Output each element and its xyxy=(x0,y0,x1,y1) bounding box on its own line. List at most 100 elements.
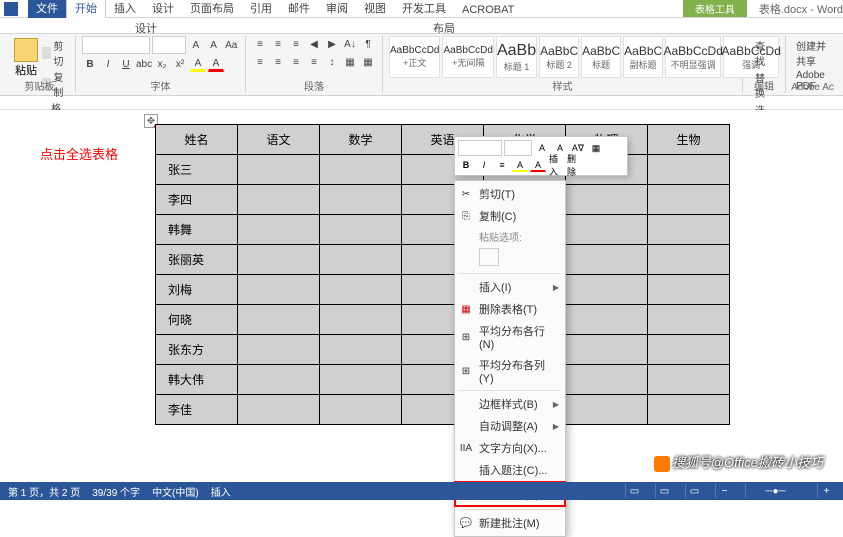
tab-developer[interactable]: 开发工具 xyxy=(394,0,454,18)
mini-font-color[interactable]: A xyxy=(530,158,546,172)
ctx-text-direction[interactable]: IIA文字方向(X)... xyxy=(455,437,565,459)
mini-insert[interactable]: 插入 xyxy=(548,158,564,172)
ctx-cut[interactable]: ✂剪切(T) xyxy=(455,183,565,205)
status-insert-mode[interactable]: 插入 xyxy=(211,484,231,499)
ctx-distribute-rows[interactable]: ⊞平均分布各行(N) xyxy=(455,320,565,354)
borders-button[interactable]: ▦ xyxy=(360,54,376,70)
table-row[interactable]: 李佳 xyxy=(156,395,730,425)
cut-button[interactable]: 剪切 xyxy=(42,38,69,68)
view-web-button[interactable]: ▭ xyxy=(685,484,703,498)
table-row[interactable]: 刘梅 xyxy=(156,275,730,305)
tab-acrobat[interactable]: ACROBAT xyxy=(454,2,522,18)
font-size-select[interactable] xyxy=(152,36,186,54)
bullets-button[interactable]: ≡ xyxy=(252,36,268,52)
table-cell[interactable] xyxy=(566,305,648,335)
mini-grow-font[interactable]: A xyxy=(534,141,550,155)
table-row[interactable]: 韩舞 xyxy=(156,215,730,245)
table-cell[interactable] xyxy=(648,215,730,245)
table-cell[interactable] xyxy=(648,155,730,185)
document-area[interactable]: ✥ 点击全选表格 姓名语文数学英语化学物理生物 张三李四韩舞张丽英刘梅何晓张东方… xyxy=(0,110,843,498)
table-cell[interactable] xyxy=(566,365,648,395)
align-left-button[interactable]: ≡ xyxy=(252,54,268,70)
font-family-select[interactable] xyxy=(82,36,150,54)
table-cell[interactable] xyxy=(566,335,648,365)
table-cell[interactable] xyxy=(320,335,402,365)
zoom-slider[interactable]: ─●─ xyxy=(745,484,805,498)
table-header[interactable]: 数学 xyxy=(320,125,402,155)
view-read-button[interactable]: ▭ xyxy=(625,484,643,498)
table-cell[interactable] xyxy=(320,275,402,305)
table-cell[interactable] xyxy=(238,155,320,185)
ctx-insert[interactable]: 插入(I)▶ xyxy=(455,276,565,298)
ctx-paste-option-keep[interactable] xyxy=(479,248,499,266)
status-word-count[interactable]: 39/39 个字 xyxy=(92,484,140,499)
mini-italic[interactable]: I xyxy=(476,158,492,172)
table-cell[interactable] xyxy=(648,335,730,365)
justify-button[interactable]: ≡ xyxy=(306,54,322,70)
table-cell[interactable] xyxy=(320,185,402,215)
table-cell[interactable] xyxy=(648,275,730,305)
table-cell[interactable] xyxy=(566,215,648,245)
table-cell[interactable] xyxy=(566,245,648,275)
tab-insert[interactable]: 插入 xyxy=(106,0,144,18)
italic-button[interactable]: I xyxy=(100,56,116,72)
style-0[interactable]: AaBbCcDd+正文 xyxy=(389,36,440,78)
ruler[interactable] xyxy=(0,96,843,110)
zoom-out-button[interactable]: − xyxy=(715,484,733,498)
table-row[interactable]: 张丽英 xyxy=(156,245,730,275)
mini-align[interactable]: ≡ xyxy=(494,158,510,172)
table-cell[interactable] xyxy=(238,335,320,365)
tab-mailings[interactable]: 邮件 xyxy=(280,0,318,18)
document-table[interactable]: 姓名语文数学英语化学物理生物 张三李四韩舞张丽英刘梅何晓张东方韩大伟李佳 xyxy=(155,124,730,425)
tab-view[interactable]: 视图 xyxy=(356,0,394,18)
bold-button[interactable]: B xyxy=(82,56,98,72)
ctx-copy[interactable]: ⎘复制(C) xyxy=(455,205,565,227)
table-cell[interactable] xyxy=(238,275,320,305)
table-cell[interactable] xyxy=(648,395,730,425)
style-2[interactable]: AaBb标题 1 xyxy=(496,36,537,78)
grow-font-button[interactable]: A xyxy=(188,37,204,53)
style-5[interactable]: AaBbC副标题 xyxy=(623,36,663,78)
underline-button[interactable]: U xyxy=(118,56,134,72)
table-cell[interactable] xyxy=(566,395,648,425)
change-case-button[interactable]: Aa xyxy=(223,37,239,53)
table-header[interactable]: 姓名 xyxy=(156,125,238,155)
styles-gallery[interactable]: AaBbCcDd+正文AaBbCcDd+无间隔AaBb标题 1AaBbC标题 2… xyxy=(383,36,743,93)
style-1[interactable]: AaBbCcDd+无间隔 xyxy=(442,36,493,78)
table-row[interactable]: 韩大伟 xyxy=(156,365,730,395)
shading-button[interactable]: ▦ xyxy=(342,54,358,70)
style-3[interactable]: AaBbC标题 2 xyxy=(539,36,579,78)
tab-page-layout[interactable]: 页面布局 xyxy=(182,0,242,18)
table-row[interactable]: 李四 xyxy=(156,185,730,215)
align-center-button[interactable]: ≡ xyxy=(270,54,286,70)
table-row[interactable]: 张三 xyxy=(156,155,730,185)
table-cell[interactable] xyxy=(238,215,320,245)
table-row[interactable]: 何晓 xyxy=(156,305,730,335)
view-print-button[interactable]: ▭ xyxy=(655,484,673,498)
table-cell[interactable] xyxy=(320,155,402,185)
font-color-button[interactable]: A xyxy=(208,56,224,72)
line-spacing-button[interactable]: ↕ xyxy=(324,54,340,70)
status-page[interactable]: 第 1 页，共 2 页 xyxy=(8,484,80,499)
table-cell[interactable] xyxy=(648,185,730,215)
table-cell[interactable] xyxy=(238,245,320,275)
style-4[interactable]: AaBbC标题 xyxy=(581,36,621,78)
mini-bold[interactable]: B xyxy=(458,158,474,172)
ctx-insert-caption[interactable]: 插入题注(C)... xyxy=(455,459,565,481)
table-cell[interactable] xyxy=(320,245,402,275)
tab-file[interactable]: 文件 xyxy=(28,0,66,18)
table-cell[interactable] xyxy=(320,365,402,395)
tab-home[interactable]: 开始 xyxy=(66,0,106,18)
indent-dec-button[interactable]: ◀ xyxy=(306,36,322,52)
multilevel-button[interactable]: ≡ xyxy=(288,36,304,52)
table-cell[interactable] xyxy=(566,185,648,215)
mini-delete[interactable]: 删除 xyxy=(566,158,582,172)
find-button[interactable]: 查找 xyxy=(753,38,775,68)
table-header[interactable]: 生物 xyxy=(648,125,730,155)
table-cell[interactable] xyxy=(320,305,402,335)
mini-size-select[interactable] xyxy=(504,140,532,156)
ctx-new-comment[interactable]: 💬新建批注(M) xyxy=(455,512,565,534)
sort-button[interactable]: A↓ xyxy=(342,36,358,52)
show-marks-button[interactable]: ¶ xyxy=(360,36,376,52)
table-cell[interactable] xyxy=(566,275,648,305)
